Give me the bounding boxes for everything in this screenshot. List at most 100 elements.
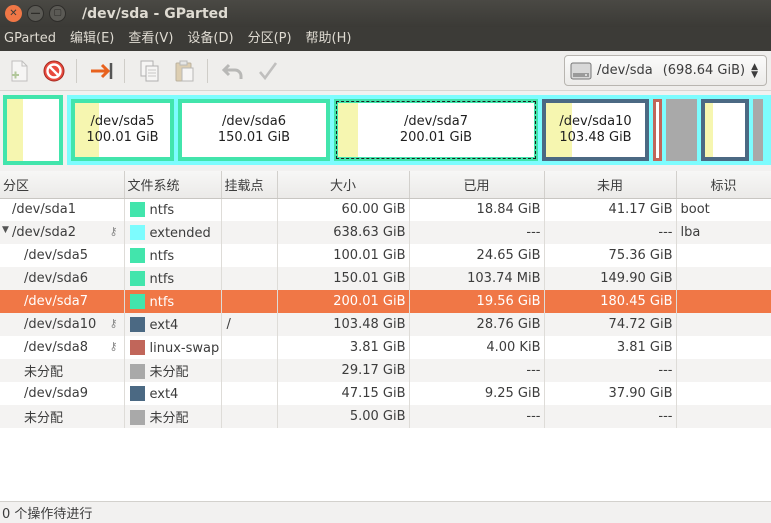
column-header-mountpoint[interactable]: 挂载点 (221, 171, 278, 199)
collapse-triangle-icon[interactable]: ▼ (2, 225, 9, 235)
new-partition-button[interactable] (3, 55, 35, 87)
cell-size: 29.17 GiB (277, 359, 410, 382)
map-partition-sda8[interactable] (653, 99, 662, 161)
partition-map: /dev/sda5 100.01 GiB /dev/sda6 150.01 Gi… (0, 92, 771, 168)
close-icon: ✕ (9, 7, 18, 19)
table-row[interactable]: /dev/sda6 ntfs 150.01 GiB 103.74 MiB 149… (0, 267, 771, 290)
key-icon: ⚷ (109, 225, 118, 238)
map-partition-sda10[interactable]: /dev/sda10 103.48 GiB (542, 99, 649, 161)
cell-filesystem: linux-swap (124, 336, 222, 359)
table-row[interactable]: /dev/sda9 ext4 47.15 GiB 9.25 GiB 37.90 … (0, 382, 771, 405)
map-used-fill (705, 103, 713, 157)
map-partition-sda1[interactable] (3, 95, 63, 165)
column-header-partition[interactable]: 分区 (0, 171, 125, 199)
filesystem-label: ntfs (149, 248, 175, 264)
table-row[interactable]: /dev/sda8 ⚷ linux-swap 3.81 GiB 4.00 KiB … (0, 336, 771, 359)
toolbar-separator (124, 58, 125, 83)
filesystem-color-swatch (129, 270, 145, 286)
delete-icon (43, 60, 65, 81)
map-label-size: 100.01 GiB (86, 130, 159, 145)
cell-partition: ▼/dev/sda2 ⚷ (0, 221, 125, 244)
cell-size: 638.63 GiB (277, 221, 410, 244)
device-selector[interactable]: /dev/sda (698.64 GiB) ▲ ▼ (564, 55, 767, 86)
cell-partition: /dev/sda1 (0, 198, 125, 221)
column-header-filesystem[interactable]: 文件系统 (124, 171, 222, 199)
filesystem-color-swatch (129, 385, 145, 401)
cell-used: 9.25 GiB (409, 382, 545, 405)
copy-button[interactable] (134, 55, 166, 87)
table-row-selected[interactable]: /dev/sda7 ntfs 200.01 GiB 19.56 GiB 180.… (0, 290, 771, 313)
column-header-size[interactable]: 大小 (277, 171, 410, 199)
cell-partition: 未分配 (0, 359, 125, 382)
status-bar: 0 个操作待进行 (0, 501, 771, 523)
cell-partition: /dev/sda6 (0, 267, 125, 290)
cell-mountpoint: / (221, 313, 278, 336)
map-partition-sda7[interactable]: /dev/sda7 200.01 GiB (334, 99, 538, 161)
resize-move-icon (91, 62, 113, 79)
cell-filesystem: ntfs (124, 198, 222, 221)
delete-partition-button[interactable] (38, 55, 70, 87)
cell-flags (676, 267, 771, 290)
menu-gparted[interactable]: GParted (0, 27, 63, 51)
map-label-name: /dev/sda6 (222, 114, 286, 129)
map-partition-sda6[interactable]: /dev/sda6 150.01 GiB (178, 99, 330, 161)
column-header-flags[interactable]: 标识 (676, 171, 771, 199)
minimize-icon: — (30, 7, 41, 19)
table-row[interactable]: 未分配 未分配 29.17 GiB --- --- (0, 359, 771, 382)
new-partition-icon (11, 60, 28, 81)
cell-flags: lba (676, 221, 771, 244)
menu-help[interactable]: 帮助(H) (299, 27, 359, 51)
cell-mountpoint (221, 359, 278, 382)
paste-icon (175, 60, 194, 81)
cell-used: 4.00 KiB (409, 336, 545, 359)
table-row[interactable]: /dev/sda1 ntfs 60.00 GiB 18.84 GiB 41.17… (0, 198, 771, 221)
filesystem-label: linux-swap (149, 340, 220, 356)
cell-unused: 41.17 GiB (544, 198, 677, 221)
key-icon: ⚷ (109, 317, 118, 330)
column-header-used[interactable]: 已用 (409, 171, 545, 199)
cell-filesystem: 未分配 (124, 359, 222, 382)
hard-disk-icon (570, 62, 592, 79)
cell-used: --- (409, 221, 545, 244)
filesystem-color-swatch (129, 316, 145, 332)
undo-button[interactable] (217, 55, 249, 87)
close-window-button[interactable]: ✕ (5, 5, 22, 22)
cell-size: 100.01 GiB (277, 244, 410, 267)
cell-mountpoint (221, 244, 278, 267)
resize-move-button[interactable] (86, 55, 118, 87)
minimize-window-button[interactable]: — (27, 5, 44, 22)
cell-filesystem: ext4 (124, 313, 222, 336)
copy-icon (140, 60, 159, 81)
cell-unused: 149.90 GiB (544, 267, 677, 290)
cell-flags (676, 244, 771, 267)
menu-bar: GParted 编辑(E) 查看(V) 设备(D) 分区(P) 帮助(H) (0, 27, 771, 51)
map-unallocated[interactable] (666, 99, 697, 161)
cell-size: 60.00 GiB (277, 198, 410, 221)
partition-label: /dev/sda2 (12, 225, 76, 240)
map-unallocated[interactable] (753, 99, 763, 161)
pending-operations-status: 0 个操作待进行 (2, 507, 93, 522)
map-partition-sda5[interactable]: /dev/sda5 100.01 GiB (71, 99, 174, 161)
table-row[interactable]: /dev/sda5 ntfs 100.01 GiB 24.65 GiB 75.3… (0, 244, 771, 267)
toolbar-separator (76, 58, 77, 83)
menu-view[interactable]: 查看(V) (121, 27, 180, 51)
table-row[interactable]: ▼/dev/sda2 ⚷ extended 638.63 GiB --- --- … (0, 221, 771, 244)
apply-button[interactable] (252, 55, 284, 87)
menu-device[interactable]: 设备(D) (180, 27, 240, 51)
paste-button[interactable] (169, 55, 201, 87)
map-label-size: 200.01 GiB (399, 130, 473, 145)
table-row[interactable]: 未分配 未分配 5.00 GiB --- --- (0, 405, 771, 428)
map-label-name: /dev/sda10 (559, 114, 632, 129)
filesystem-color-swatch (129, 201, 145, 217)
key-icon: ⚷ (109, 340, 118, 353)
column-header-unused[interactable]: 未用 (544, 171, 677, 199)
toolbar-separator (207, 58, 208, 83)
map-partition-sda9[interactable] (701, 99, 749, 161)
table-row[interactable]: /dev/sda10 ⚷ ext4 / 103.48 GiB 28.76 GiB … (0, 313, 771, 336)
cell-size: 47.15 GiB (277, 382, 410, 405)
cell-flags (676, 382, 771, 405)
apply-icon (259, 61, 278, 80)
maximize-window-button[interactable]: ▢ (49, 5, 66, 22)
menu-partition[interactable]: 分区(P) (241, 27, 299, 51)
menu-edit[interactable]: 编辑(E) (63, 27, 121, 51)
